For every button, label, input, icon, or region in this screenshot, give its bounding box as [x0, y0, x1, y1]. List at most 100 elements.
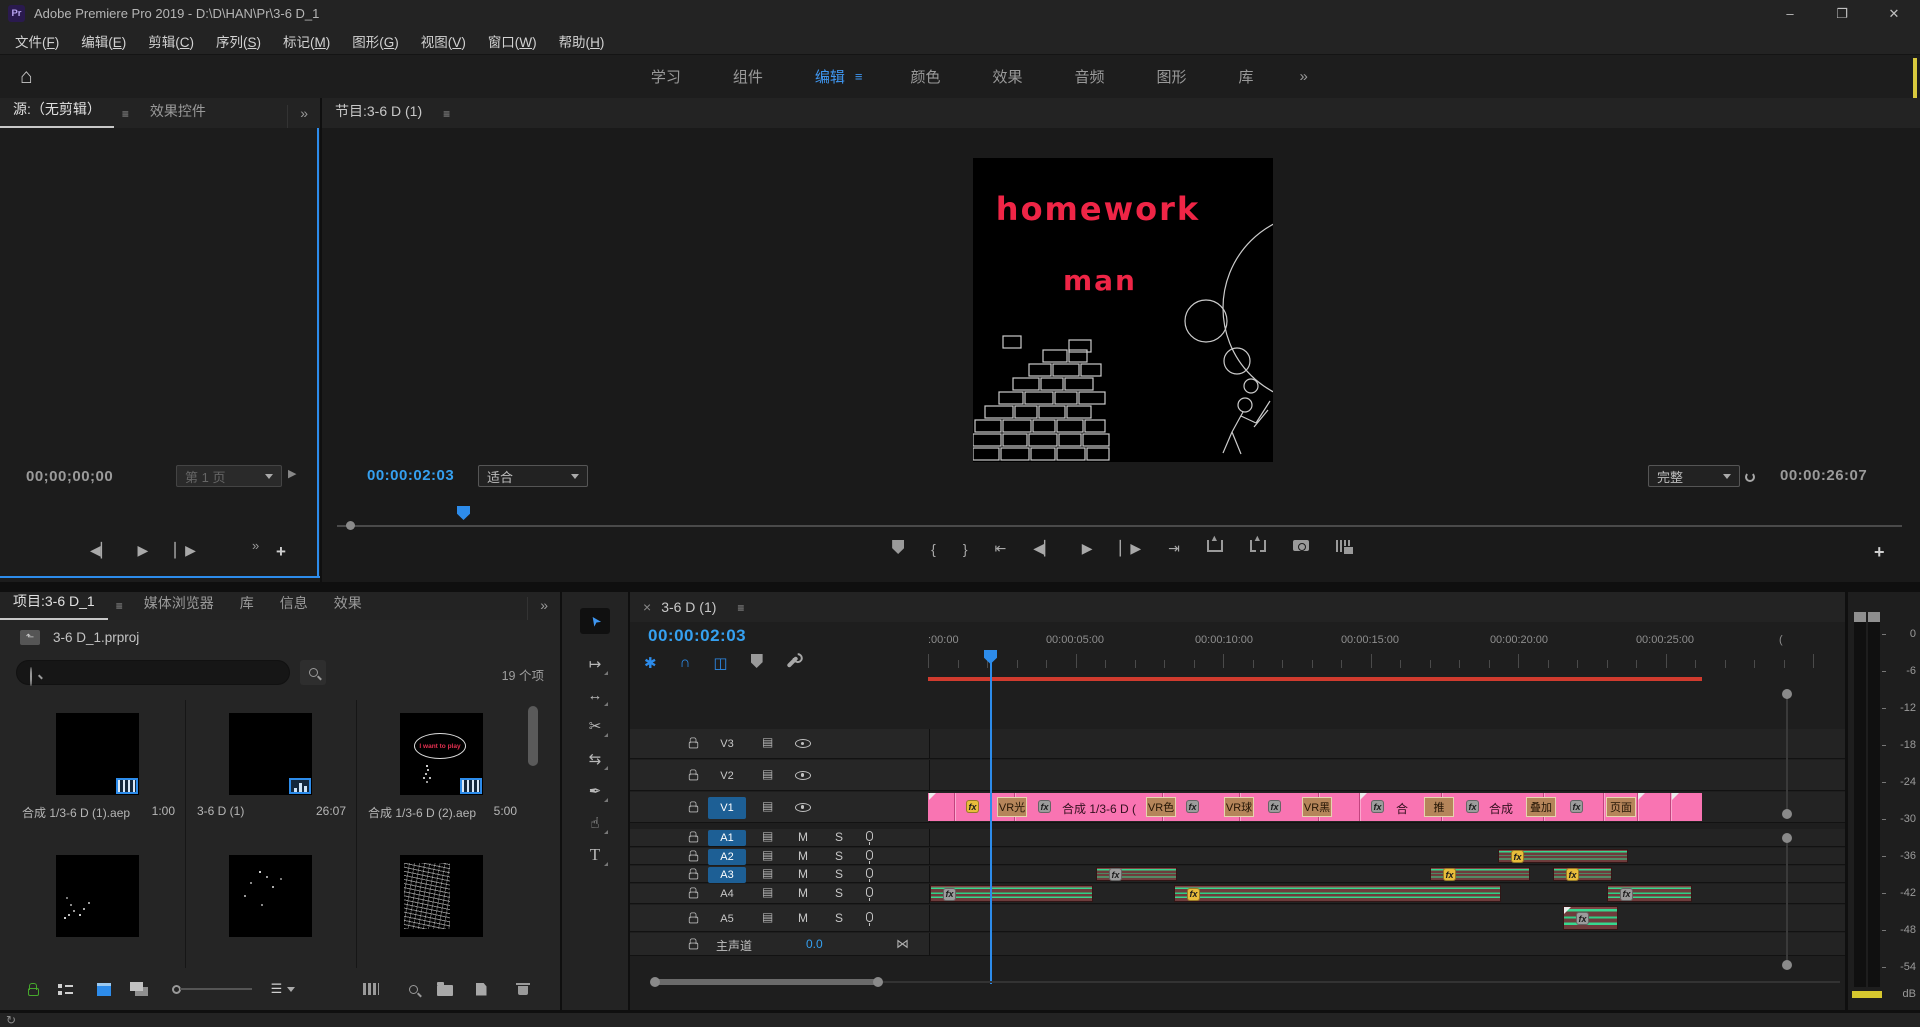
fx-badge-icon[interactable]: fx — [1268, 800, 1281, 813]
track-name-A1[interactable]: A1 — [708, 830, 746, 846]
list-view-button[interactable] — [52, 976, 78, 1002]
timeline-settings-icon[interactable] — [786, 656, 798, 668]
project-tab[interactable]: 媒体浏览器 — [131, 593, 227, 620]
source-assign-icon[interactable]: ▤ — [762, 829, 773, 843]
zoom-level-select[interactable]: 适合 — [478, 465, 588, 487]
find-button[interactable] — [400, 976, 426, 1002]
source-add-button[interactable]: + — [276, 542, 286, 562]
ruler-label[interactable]: :00:00 — [928, 634, 959, 646]
track-name-A2[interactable]: A2 — [708, 849, 746, 865]
timeline-hscroll-bar[interactable] — [655, 979, 878, 985]
timeline-vscroll[interactable] — [1786, 689, 1788, 814]
snap-icon[interactable]: ∩ — [680, 654, 691, 672]
source-timecode[interactable]: 00;00;00;00 — [26, 468, 113, 485]
program-timecode[interactable]: 00:00:02:03 — [367, 467, 454, 484]
sync-status-icon[interactable]: ↻ — [6, 1013, 16, 1027]
workspace-tab-学习[interactable]: 学习 — [625, 66, 707, 87]
zoom-slider-track[interactable] — [180, 988, 252, 990]
audio-clip-A5[interactable]: fx — [1563, 906, 1618, 930]
fx-badge-icon[interactable]: fx — [943, 888, 956, 901]
project-scrollbar[interactable] — [528, 706, 538, 766]
project-item-name[interactable]: 合成 1/3-6 D (2).aep — [368, 804, 477, 820]
menu-item[interactable]: 文件(F) — [4, 31, 70, 51]
track-header-A2[interactable]: A2▤MS — [630, 848, 930, 865]
panel-menu-icon[interactable]: ≡ — [729, 601, 752, 622]
audio-clip-A4[interactable]: fx — [1607, 885, 1692, 902]
hand-tool[interactable]: ☝ — [580, 810, 610, 836]
v1-clip-group[interactable]: fxfxfxfxfxfxfxVR光VR色VR球VR黑推叠加页面合成 1/3-6 … — [928, 793, 1702, 821]
transition-chip[interactable]: VR球 — [1224, 797, 1254, 817]
playhead-line[interactable] — [990, 662, 992, 984]
tab-close-icon[interactable]: × — [630, 599, 655, 622]
automate-to-sequence-button[interactable] — [358, 976, 384, 1002]
ruler-label[interactable]: ( — [1779, 634, 1783, 646]
solo-button[interactable]: S — [835, 867, 843, 881]
voiceover-record-icon[interactable] — [866, 912, 873, 922]
timeline-tab[interactable]: 3-6 D (1) — [655, 599, 729, 622]
maximize-button[interactable]: ❐ — [1816, 0, 1868, 27]
menu-item[interactable]: 窗口(W) — [477, 31, 548, 51]
lift-icon[interactable] — [1207, 540, 1223, 552]
voiceover-record-icon[interactable] — [866, 868, 873, 878]
audio-clip-A2[interactable]: fx — [1498, 849, 1628, 863]
track-lock-icon[interactable] — [689, 892, 698, 899]
slip-tool[interactable]: ⇆ — [580, 746, 610, 772]
panel-menu-icon[interactable]: ≡ — [435, 107, 458, 128]
track-select-forward-tool[interactable]: ↦ — [580, 651, 610, 677]
track-lock-icon[interactable] — [689, 742, 698, 749]
solo-button[interactable]: S — [835, 830, 843, 844]
scrollbar-handle[interactable] — [1782, 809, 1792, 819]
scrubber-knob[interactable] — [346, 521, 355, 530]
workspace-tab-音频[interactable]: 音频 — [1048, 66, 1130, 87]
track-header-V1[interactable]: V1▤ — [630, 792, 930, 823]
track-lock-icon[interactable] — [689, 854, 698, 861]
scrollbar-handle[interactable] — [650, 977, 660, 987]
page-next-icon[interactable]: ▶ — [288, 467, 296, 480]
program-tab[interactable]: 节目:3-6 D (1) — [322, 101, 435, 128]
panner-icon[interactable]: ⋈ — [896, 936, 909, 952]
new-bin-button[interactable] — [432, 976, 458, 1002]
track-name-V3[interactable]: V3 — [708, 733, 746, 755]
workspace-tab-库[interactable]: 库 — [1213, 66, 1280, 87]
ruler-label[interactable]: 00:00:05:00 — [1046, 634, 1104, 646]
track-lane-A5[interactable] — [930, 905, 1845, 932]
readonly-toggle-button[interactable] — [20, 976, 46, 1002]
menu-item[interactable]: 编辑(E) — [70, 31, 137, 51]
menu-item[interactable]: 帮助(H) — [548, 31, 616, 51]
fx-badge-icon[interactable]: fx — [1511, 850, 1524, 863]
menu-item[interactable]: 标记(M) — [272, 31, 341, 51]
sort-menu-button[interactable]: ☰ — [270, 976, 296, 1002]
audio-clip-A3[interactable]: fx — [1553, 867, 1612, 881]
playhead-marker[interactable] — [984, 650, 997, 664]
track-lock-icon[interactable] — [689, 805, 698, 812]
workspace-overflow-icon[interactable]: » — [1280, 68, 1328, 85]
scrollbar-handle[interactable] — [1782, 833, 1792, 843]
fx-badge-icon[interactable]: fx — [1466, 800, 1479, 813]
freeform-view-button[interactable] — [126, 976, 152, 1002]
transition-chip[interactable]: 页面 — [1606, 797, 1636, 817]
play-icon[interactable]: ▶ — [1082, 540, 1093, 557]
step-forward-icon[interactable]: ▏▶ — [174, 542, 196, 559]
page-selector[interactable]: 第 1 页 — [176, 465, 282, 487]
project-item-thumbnail[interactable] — [56, 713, 139, 795]
go-to-in-icon[interactable]: ⇤ — [995, 540, 1007, 557]
panel-menu-icon[interactable]: ≡ — [108, 599, 131, 620]
workspace-tab-效果[interactable]: 效果 — [966, 66, 1048, 87]
razor-tool[interactable]: ✂ — [580, 713, 610, 739]
bin-up-icon[interactable]: ⬑ — [20, 630, 40, 645]
audio-clip-A3[interactable]: fx — [1430, 867, 1530, 881]
panel-overflow-icon[interactable]: » — [527, 597, 560, 620]
solo-button[interactable]: S — [835, 849, 843, 863]
timeline-vscroll[interactable] — [1786, 838, 1788, 965]
scrollbar-handle[interactable] — [1782, 689, 1792, 699]
track-lock-icon[interactable] — [689, 872, 698, 879]
track-header-V2[interactable]: V2▤ — [630, 760, 930, 791]
menu-item[interactable]: 序列(S) — [205, 31, 272, 51]
workspace-tab-menu-icon[interactable]: ≡ — [855, 69, 885, 84]
track-lock-icon[interactable] — [689, 943, 698, 950]
step-back-icon[interactable]: ◀▏ — [1033, 540, 1055, 557]
track-header-A1[interactable]: A1▤MS — [630, 829, 930, 847]
nest-icon[interactable]: ✱ — [644, 654, 657, 672]
source-more-button[interactable]: » — [252, 538, 259, 553]
workspace-tab-图形[interactable]: 图形 — [1131, 66, 1213, 87]
